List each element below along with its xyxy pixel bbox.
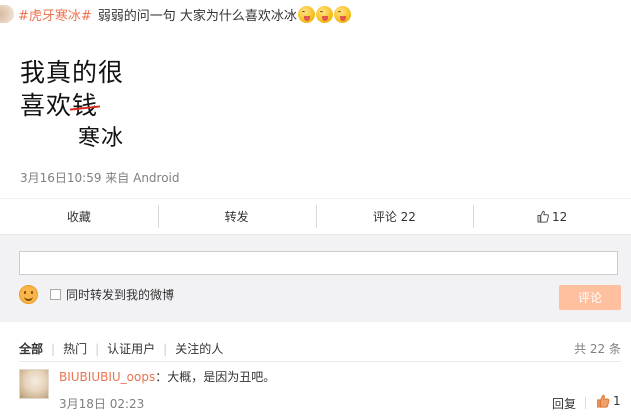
emoji-picker-icon[interactable] <box>19 285 38 304</box>
comment-label: 评论 22 <box>372 210 416 224</box>
post-text: 弱弱的问一句 大家为什么喜欢冰冰 <box>97 8 297 24</box>
divider <box>585 397 586 409</box>
yum-face-icon <box>333 5 351 23</box>
comment-like-button[interactable]: 1 <box>596 394 621 408</box>
filter-separator: | <box>95 341 100 356</box>
author-avatar[interactable] <box>0 5 14 23</box>
yum-face-icon <box>315 5 333 23</box>
comment-input[interactable] <box>19 251 618 275</box>
struck-word: 钱 <box>72 91 99 120</box>
comment-compose: 同时转发到我的微博 评论 <box>0 234 631 322</box>
divider <box>19 361 621 362</box>
comment-item: BIUBIUBIU_oops：大概，是因为丑吧。 <box>59 368 275 385</box>
favorite-label: 收藏 <box>66 210 91 224</box>
commenter-name[interactable]: BIUBIUBIU_oops <box>59 370 155 384</box>
comment-total: 共 22 条 <box>574 342 621 356</box>
filter-separator: | <box>163 341 168 356</box>
post-image[interactable]: 我真的很 喜欢钱 寒冰 <box>20 56 125 151</box>
image-text-line2: 喜欢钱 <box>20 89 124 122</box>
image-text-prefix: 喜欢 <box>20 91 73 120</box>
post-meta: 3月16日10:59 来自 Android <box>20 171 180 185</box>
comment-time: 3月18日 02:23 <box>59 397 145 411</box>
reply-button[interactable]: 回复 <box>552 395 576 412</box>
topic-link[interactable]: #虎牙寒冰# <box>18 5 92 24</box>
repost-label: 转发 <box>224 210 249 224</box>
filter-verified[interactable]: 认证用户 <box>107 340 155 357</box>
comment-filter-bar: 全部 | 热门 | 认证用户 | 关注的人 共 22 条 <box>19 340 621 357</box>
filter-following[interactable]: 关注的人 <box>175 340 223 357</box>
comment-text: ：大概，是因为丑吧。 <box>155 370 276 384</box>
image-text-replacement: 寒冰 <box>78 126 125 151</box>
filter-all[interactable]: 全部 <box>19 340 43 357</box>
post-header: #虎牙寒冰# 弱弱的问一句 大家为什么喜欢冰冰 <box>0 3 351 25</box>
action-bar: 收藏 转发 评论 22 12 <box>0 198 631 234</box>
repost-button[interactable]: 转发 <box>157 199 316 234</box>
like-count: 12 <box>551 209 568 224</box>
filter-separator: | <box>51 341 56 356</box>
repost-checkbox[interactable]: 同时转发到我的微博 <box>50 286 174 303</box>
submit-comment-button[interactable]: 评论 <box>559 285 621 310</box>
comment-button[interactable]: 评论 22 <box>315 199 474 234</box>
commenter-avatar[interactable] <box>19 369 49 399</box>
thumbs-up-icon <box>537 210 549 223</box>
thumbs-up-icon <box>597 394 610 408</box>
checkbox-box[interactable] <box>50 289 61 300</box>
yum-face-icon <box>297 5 315 23</box>
repost-checkbox-label: 同时转发到我的微博 <box>66 288 175 302</box>
favorite-button[interactable]: 收藏 <box>0 199 158 234</box>
like-button[interactable]: 12 <box>473 199 631 234</box>
comment-like-count: 1 <box>613 394 621 408</box>
filter-hot[interactable]: 热门 <box>63 340 87 357</box>
image-text-line1: 我真的很 <box>20 58 125 87</box>
